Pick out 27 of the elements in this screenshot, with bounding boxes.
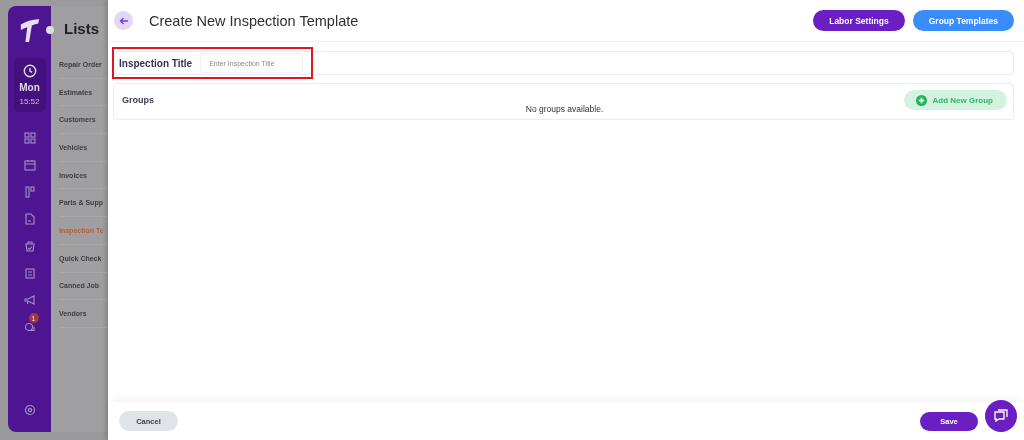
day-label: Mon <box>19 82 40 93</box>
page-title: Create New Inspection Template <box>149 12 359 29</box>
field-label: Inspection Title <box>119 57 193 69</box>
document-icon[interactable] <box>23 213 36 225</box>
groups-title: Groups <box>122 95 154 105</box>
megaphone-icon[interactable] <box>23 294 36 306</box>
back-arrow-icon <box>118 16 129 25</box>
lists-title: Lists <box>64 20 99 37</box>
add-group-button[interactable]: Add New Group <box>903 90 1007 110</box>
bag-icon[interactable] <box>23 240 36 252</box>
back-button[interactable] <box>114 11 133 30</box>
clock-icon <box>22 64 37 78</box>
chat-icon[interactable] <box>23 321 36 333</box>
empty-message: No groups available. <box>525 104 604 114</box>
sidebar-toggle-icon[interactable] <box>46 26 54 34</box>
chat-button[interactable] <box>985 400 1017 432</box>
chat-icon <box>993 408 1009 424</box>
grid-icon[interactable] <box>23 132 36 144</box>
labor-settings-button[interactable]: Labor Settings <box>813 10 905 31</box>
group-templates-button[interactable]: Group Templates <box>912 10 1014 31</box>
clipboard-icon[interactable] <box>23 267 36 279</box>
time-label: 15:52 <box>19 97 40 106</box>
plus-icon <box>915 94 927 106</box>
board-icon[interactable] <box>23 186 36 198</box>
calendar-icon[interactable] <box>23 159 36 171</box>
settings-icon[interactable] <box>23 404 36 416</box>
logo-icon <box>18 16 41 44</box>
